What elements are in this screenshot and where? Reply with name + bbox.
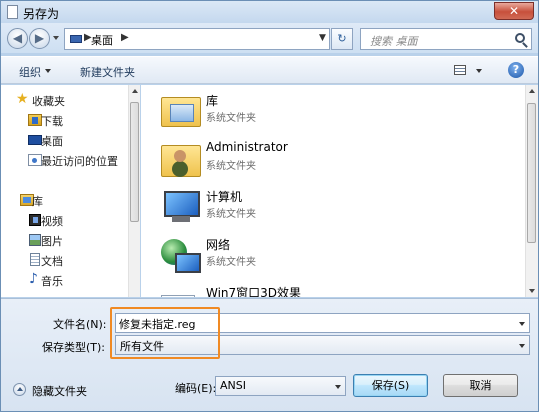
- sidebar-item-music[interactable]: ♪ 音乐: [1, 271, 129, 289]
- sidebar-item-label: 最近访问的位置: [41, 155, 118, 168]
- sidebar-item-label: 图片: [41, 235, 63, 248]
- navigation-bar: ◀ ▶ ▶ 桌面 ▶ ▼ ↻ 搜索 桌面: [1, 23, 538, 53]
- breadcrumb-location[interactable]: 桌面: [91, 32, 113, 48]
- sidebar-item-label: 文档: [41, 255, 63, 268]
- sidebar-item-libraries[interactable]: 库: [1, 191, 129, 209]
- save-button[interactable]: 保存(S): [353, 374, 428, 397]
- file-name: 网络: [206, 238, 231, 252]
- list-item[interactable]: 网络 系统文件夹: [161, 233, 501, 281]
- save-type-select[interactable]: 所有文件: [115, 335, 530, 355]
- encoding-dropdown-icon[interactable]: [335, 385, 341, 389]
- save-type-label: 保存类型(T):: [42, 341, 106, 354]
- file-name: 库: [206, 94, 219, 108]
- file-type: 系统文件夹: [206, 209, 256, 220]
- save-type-dropdown-icon[interactable]: [519, 344, 525, 348]
- file-type: 系统文件夹: [206, 257, 256, 268]
- save-type-value: 所有文件: [120, 340, 164, 353]
- file-list-scrollbar[interactable]: [525, 85, 538, 297]
- close-button[interactable]: ✕: [494, 2, 534, 20]
- encoding-select[interactable]: ANSI: [215, 376, 346, 396]
- scrollbar-thumb[interactable]: [527, 103, 536, 243]
- navigation-pane-scrollbar[interactable]: [128, 85, 140, 297]
- collapse-up-icon: [13, 383, 26, 396]
- sidebar-item-downloads[interactable]: 下载: [1, 111, 129, 129]
- music-icon: ♪: [29, 271, 38, 287]
- sidebar-item-desktop[interactable]: 桌面: [1, 131, 129, 149]
- title-bar[interactable]: 另存为 ✕: [1, 1, 538, 23]
- view-options-dropdown-icon[interactable]: [476, 69, 482, 73]
- sidebar-item-label: 音乐: [41, 275, 63, 288]
- change-view-icon[interactable]: [454, 65, 466, 75]
- search-icon[interactable]: [515, 33, 525, 43]
- save-as-dialog: 另存为 ✕ ◀ ▶ ▶ 桌面 ▶ ▼ ↻ 搜索 桌面 组织 新建文件夹 ? ★ …: [0, 0, 539, 412]
- new-folder-button[interactable]: 新建文件夹: [80, 64, 135, 80]
- address-dropdown-icon[interactable]: ▼: [319, 33, 326, 43]
- file-name: Win7窗口3D效果: [206, 286, 302, 297]
- download-icon: [28, 114, 42, 126]
- desktop-icon: [28, 135, 42, 145]
- star-icon: ★: [16, 91, 29, 107]
- scroll-up-arrow-icon[interactable]: [132, 89, 138, 93]
- sidebar-item-label: 收藏夹: [32, 95, 65, 108]
- filename-dropdown-icon[interactable]: [519, 322, 525, 326]
- sidebar-item-label: 视频: [41, 215, 63, 228]
- navigation-pane: ★ 收藏夹 下载 桌面 最近访问的位置 库 视频 图片 文档 ♪ 音乐: [1, 85, 129, 297]
- window-title: 另存为: [23, 7, 60, 21]
- filename-field[interactable]: 修复未指定.reg: [115, 313, 530, 333]
- sidebar-item-favorites[interactable]: ★ 收藏夹: [1, 91, 129, 109]
- file-name: 计算机: [206, 190, 243, 204]
- file-list: 库 系统文件夹 Administrator 系统文件夹 计算机 系统文件夹 网络…: [141, 85, 525, 297]
- sidebar-item-label: 桌面: [41, 135, 63, 148]
- document-icon: [30, 253, 40, 266]
- sidebar-item-label: 库: [32, 195, 43, 208]
- sidebar-item-recent-places[interactable]: 最近访问的位置: [1, 151, 129, 169]
- sidebar-item-videos[interactable]: 视频: [1, 211, 129, 229]
- sidebar-item-pictures[interactable]: 图片: [1, 231, 129, 249]
- scroll-up-arrow-icon[interactable]: [529, 89, 535, 93]
- file-type: 系统文件夹: [206, 161, 256, 172]
- document-icon: [7, 5, 18, 19]
- address-bar[interactable]: ▶ 桌面 ▶ ▼: [64, 28, 330, 50]
- breadcrumb-chevron-icon[interactable]: ▶: [121, 32, 129, 43]
- list-item[interactable]: Administrator 系统文件夹: [161, 137, 501, 185]
- scroll-down-arrow-icon[interactable]: [529, 289, 535, 293]
- filename-label: 文件名(N):: [53, 318, 107, 331]
- desktop-location-icon: [70, 35, 82, 43]
- recent-places-icon: [28, 154, 42, 166]
- organize-menu-button[interactable]: 组织: [19, 64, 41, 80]
- back-button[interactable]: ◀: [7, 28, 28, 49]
- file-name: Administrator: [206, 140, 288, 154]
- help-icon[interactable]: ?: [508, 62, 524, 78]
- filename-value[interactable]: 修复未指定.reg: [119, 316, 196, 332]
- save-options-panel: 文件名(N): 修复未指定.reg 保存类型(T): 所有文件 隐藏文件夹 编码…: [1, 298, 538, 411]
- hide-folders-label: 隐藏文件夹: [32, 385, 87, 398]
- network-icon: [161, 239, 201, 273]
- encoding-label: 编码(E):: [175, 382, 217, 395]
- encoding-value: ANSI: [220, 379, 246, 392]
- list-item[interactable]: 计算机 系统文件夹: [161, 185, 501, 233]
- refresh-button[interactable]: ↻: [331, 28, 353, 50]
- cancel-button[interactable]: 取消: [443, 374, 518, 397]
- search-placeholder: 搜索 桌面: [370, 35, 418, 48]
- file-icon: [161, 295, 195, 297]
- list-item[interactable]: Win7窗口3D效果: [161, 281, 501, 297]
- list-item[interactable]: 库 系统文件夹: [161, 89, 501, 137]
- scrollbar-thumb[interactable]: [130, 102, 139, 222]
- sidebar-item-documents[interactable]: 文档: [1, 251, 129, 269]
- forward-button[interactable]: ▶: [29, 28, 50, 49]
- command-toolbar: 组织 新建文件夹 ?: [1, 56, 538, 84]
- organize-dropdown-icon[interactable]: [45, 69, 51, 73]
- computer-icon: [161, 191, 201, 223]
- sidebar-item-label: 下载: [41, 115, 63, 128]
- forward-arrow-icon: ▶: [34, 31, 45, 45]
- file-type: 系统文件夹: [206, 113, 256, 124]
- user-folder-icon: [161, 145, 201, 177]
- library-folder-icon: [161, 97, 201, 127]
- video-icon: [29, 214, 41, 226]
- search-input[interactable]: 搜索 桌面: [360, 28, 532, 50]
- back-arrow-icon: ◀: [12, 31, 23, 45]
- recent-pages-dropdown-icon[interactable]: [53, 36, 59, 40]
- picture-icon: [29, 234, 41, 246]
